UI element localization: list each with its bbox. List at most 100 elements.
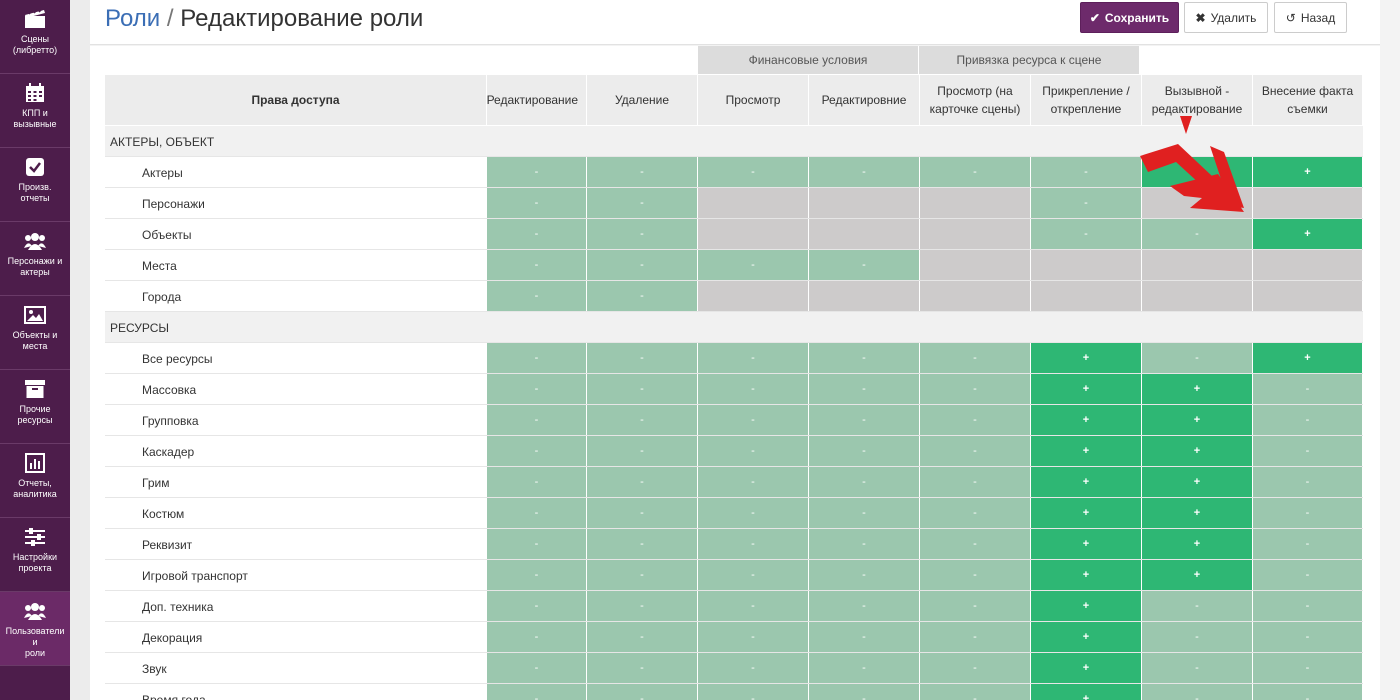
permission-cell[interactable]: - (487, 653, 587, 683)
permission-cell[interactable]: - (920, 436, 1031, 466)
permission-cell[interactable]: - (587, 188, 698, 218)
permission-cell[interactable]: + (1142, 560, 1253, 590)
permission-cell[interactable]: - (809, 157, 920, 187)
sidebar-item-characters[interactable]: Персонажи и актеры (0, 222, 70, 296)
sidebar-item-scenes[interactable]: Сцены (либретто) (0, 0, 70, 74)
permission-cell[interactable]: - (920, 498, 1031, 528)
permission-cell[interactable]: + (1142, 157, 1253, 187)
permission-cell[interactable]: - (587, 436, 698, 466)
permission-cell[interactable]: - (487, 498, 587, 528)
permission-cell[interactable]: - (487, 188, 587, 218)
permission-cell[interactable]: - (587, 560, 698, 590)
permission-cell[interactable]: + (1031, 622, 1142, 652)
permission-cell[interactable]: - (1253, 405, 1363, 435)
permission-cell[interactable]: - (1142, 343, 1253, 373)
permission-cell[interactable]: - (698, 591, 809, 621)
permission-cell[interactable]: - (809, 560, 920, 590)
permission-cell[interactable]: - (920, 653, 1031, 683)
permission-cell[interactable]: - (1253, 591, 1363, 621)
permission-cell[interactable]: - (809, 405, 920, 435)
permission-cell[interactable]: - (698, 405, 809, 435)
permission-cell[interactable]: - (698, 653, 809, 683)
permission-cell[interactable]: - (487, 684, 587, 700)
permission-cell[interactable]: - (1253, 653, 1363, 683)
permission-cell[interactable]: - (487, 436, 587, 466)
permission-cell[interactable]: - (920, 684, 1031, 700)
permission-cell[interactable]: - (587, 219, 698, 249)
permission-cell[interactable]: - (587, 529, 698, 559)
permission-cell[interactable]: - (587, 622, 698, 652)
permission-cell[interactable]: - (809, 498, 920, 528)
permission-cell[interactable]: - (698, 436, 809, 466)
permission-cell[interactable]: + (1253, 157, 1363, 187)
permission-cell[interactable]: - (1142, 622, 1253, 652)
sidebar-item-users[interactable]: Пользователи и роли (0, 592, 70, 666)
permission-cell[interactable]: - (1142, 219, 1253, 249)
permission-cell[interactable]: - (587, 653, 698, 683)
permission-cell[interactable]: - (587, 405, 698, 435)
permission-cell[interactable]: - (920, 405, 1031, 435)
permission-cell[interactable]: - (1253, 374, 1363, 404)
permission-cell[interactable]: - (487, 560, 587, 590)
sidebar-item-objects[interactable]: Объекты и места (0, 296, 70, 370)
permission-cell[interactable]: - (1253, 529, 1363, 559)
permission-cell[interactable]: - (698, 343, 809, 373)
permission-cell[interactable]: + (1031, 498, 1142, 528)
permission-cell[interactable]: + (1031, 405, 1142, 435)
permission-cell[interactable]: - (587, 684, 698, 700)
permission-cell[interactable]: - (698, 622, 809, 652)
permission-cell[interactable]: - (698, 250, 809, 280)
permission-cell[interactable]: + (1031, 343, 1142, 373)
permission-cell[interactable]: - (587, 591, 698, 621)
permission-cell[interactable]: - (1253, 684, 1363, 700)
permission-cell[interactable]: - (809, 436, 920, 466)
permission-cell[interactable]: - (587, 281, 698, 311)
permission-cell[interactable]: + (1031, 653, 1142, 683)
permission-cell[interactable]: - (809, 591, 920, 621)
permission-cell[interactable]: - (487, 374, 587, 404)
permission-cell[interactable]: - (698, 560, 809, 590)
permission-cell[interactable]: - (1253, 467, 1363, 497)
permission-cell[interactable]: - (920, 157, 1031, 187)
permission-cell[interactable]: - (920, 374, 1031, 404)
permission-cell[interactable]: + (1031, 436, 1142, 466)
permission-cell[interactable]: - (920, 591, 1031, 621)
permission-cell[interactable]: - (587, 157, 698, 187)
permission-cell[interactable]: - (698, 157, 809, 187)
permission-cell[interactable]: + (1142, 529, 1253, 559)
breadcrumb-roles[interactable]: Роли (105, 5, 160, 32)
permission-cell[interactable]: - (1142, 684, 1253, 700)
permission-cell[interactable]: + (1142, 405, 1253, 435)
permission-cell[interactable]: + (1031, 467, 1142, 497)
sidebar-item-resources[interactable]: Прочие ресурсы (0, 370, 70, 444)
permission-cell[interactable]: - (920, 343, 1031, 373)
permission-cell[interactable]: - (487, 157, 587, 187)
permission-cell[interactable]: - (809, 250, 920, 280)
permission-cell[interactable]: - (698, 684, 809, 700)
permission-cell[interactable]: - (587, 467, 698, 497)
back-button[interactable]: ↺ Назад (1274, 2, 1347, 33)
sidebar-item-calls[interactable]: КПП и вызывные (0, 74, 70, 148)
delete-button[interactable]: ✖ Удалить (1184, 2, 1268, 33)
permission-cell[interactable]: - (698, 374, 809, 404)
permission-cell[interactable]: - (487, 529, 587, 559)
permission-cell[interactable]: - (1031, 219, 1142, 249)
permission-cell[interactable]: - (920, 560, 1031, 590)
permission-cell[interactable]: - (698, 498, 809, 528)
permission-cell[interactable]: - (487, 343, 587, 373)
permission-cell[interactable]: - (809, 374, 920, 404)
sidebar-item-analytics[interactable]: Отчеты, аналитика (0, 444, 70, 518)
permission-cell[interactable]: - (587, 374, 698, 404)
permission-cell[interactable]: - (1142, 653, 1253, 683)
permission-cell[interactable]: - (809, 622, 920, 652)
permission-cell[interactable]: - (809, 653, 920, 683)
permission-cell[interactable]: + (1142, 498, 1253, 528)
save-button[interactable]: ✔ Сохранить (1080, 2, 1179, 33)
permission-cell[interactable]: - (1031, 157, 1142, 187)
permission-cell[interactable]: - (920, 529, 1031, 559)
permission-cell[interactable]: - (1253, 498, 1363, 528)
permission-cell[interactable]: - (1253, 560, 1363, 590)
permission-cell[interactable]: - (809, 529, 920, 559)
permission-cell[interactable]: - (809, 467, 920, 497)
permission-cell[interactable]: - (487, 591, 587, 621)
